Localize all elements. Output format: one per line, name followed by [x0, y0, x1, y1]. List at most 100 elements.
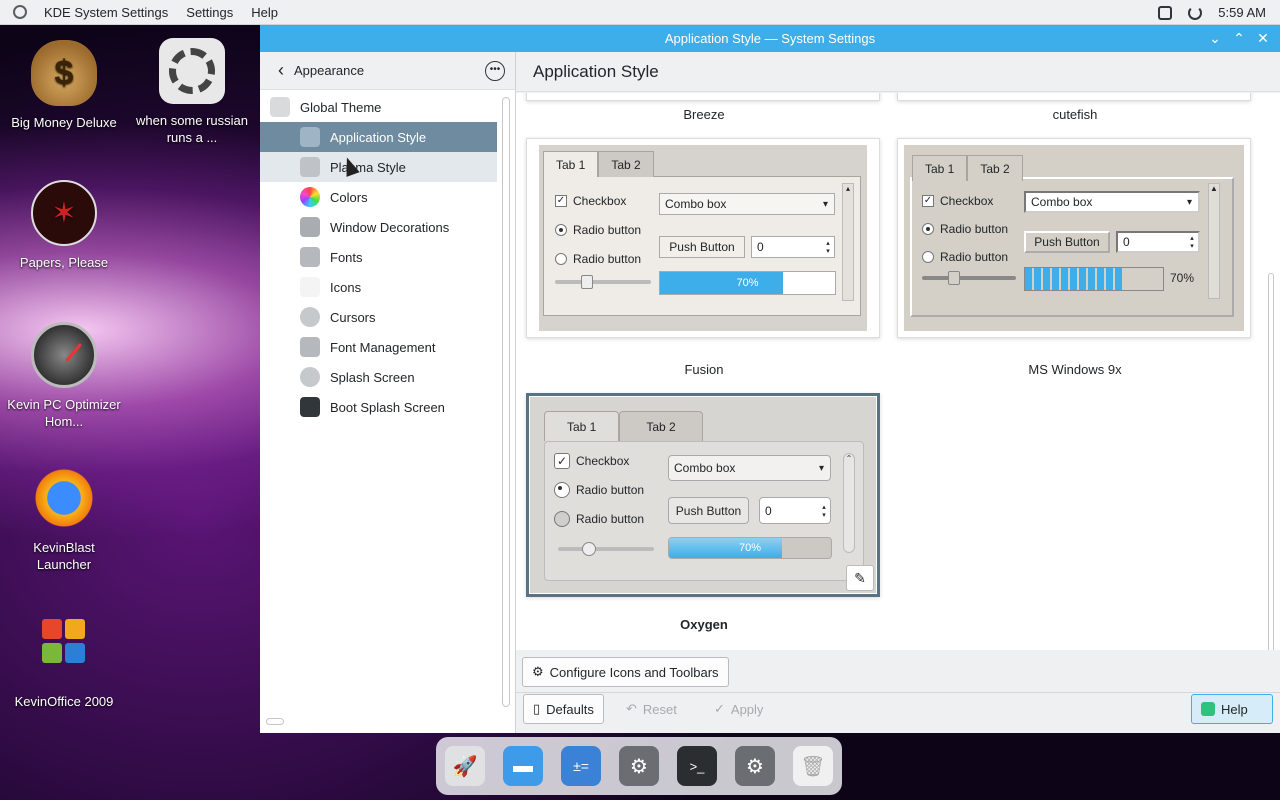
window-decorations-icon [300, 217, 320, 237]
preview-tab-1: Tab 1 [544, 411, 620, 441]
push-button: Push Button [668, 497, 749, 524]
help-label: Help [1221, 701, 1248, 717]
sidebar-item-label: Window Decorations [330, 219, 450, 235]
icons-icon [300, 277, 320, 297]
radio-button [554, 482, 570, 498]
menu-help[interactable]: Help [242, 5, 287, 20]
sidebar-h-scrollbar[interactable] [266, 718, 284, 725]
sidebar-item-font-management[interactable]: Font Management [260, 332, 497, 362]
sidebar-item-fonts[interactable]: Fonts [260, 242, 497, 272]
desktop-icon-big-money[interactable]: $ Big Money Deluxe [5, 40, 123, 131]
settings-icon[interactable]: ⚙ [619, 746, 659, 786]
checkbox-label: Checkbox [940, 194, 994, 208]
oxygen-preview: Tab 1 Tab 2 ✓ Checkbox Radio button Radio… [530, 397, 876, 593]
power-icon[interactable] [1188, 5, 1203, 20]
calculator-icon[interactable]: ±= [561, 746, 601, 786]
dock: 🚀 ▬ ±= ⚙ >_ ⚙ 🗑 [436, 737, 842, 795]
radio-label: Radio button [573, 223, 642, 237]
style-name: cutefish [1052, 107, 1098, 122]
sidebar-item-plasma-style[interactable]: Plasma Style [260, 152, 497, 182]
gear-icon [159, 38, 225, 104]
top-panel: KDE System Settings Settings Help 5:59 A… [0, 0, 1280, 25]
radio-label: Radio button [576, 483, 645, 497]
help-button[interactable]: Help [1191, 694, 1273, 724]
configure-icons-toolbars-button[interactable]: ⚙ Configure Icons and Toolbars [522, 657, 729, 687]
system-settings-icon[interactable]: ⚙ [735, 746, 775, 786]
edit-pencil-icon[interactable]: ✎ [846, 565, 874, 591]
menu-app[interactable]: KDE System Settings [35, 5, 177, 20]
style-card-oxygen[interactable]: Tab 1 Tab 2 ✓ Checkbox Radio button Radio… [526, 393, 880, 597]
rocket-icon[interactable]: 🚀 [445, 746, 485, 786]
sidebar-item-colors[interactable]: Colors [260, 182, 497, 212]
apply-button[interactable]: ✓ Apply [704, 694, 773, 724]
content-scrollbar[interactable] [1268, 273, 1274, 650]
reset-label: Reset [642, 701, 677, 717]
combo-box: Combo box [659, 193, 835, 215]
close-icon[interactable]: ✕ [1254, 28, 1272, 48]
sidebar-item-application-style[interactable]: Application Style [260, 122, 497, 152]
push-button: Push Button [659, 236, 745, 258]
desktop-icon-kevinoffice[interactable]: KevinOffice 2009 [5, 608, 123, 710]
sidebar-title: Appearance [294, 63, 365, 78]
trash-icon[interactable]: 🗑 [793, 746, 833, 786]
defaults-button[interactable]: ▯ Defaults [523, 694, 604, 724]
main-panel: Application Style Breeze cutefish Tab 1 … [516, 52, 1280, 733]
sidebar-item-splash-screen[interactable]: Splash Screen [260, 362, 497, 392]
sidebar-scrollbar[interactable] [502, 97, 510, 707]
checkmark-icon: ✓ [714, 701, 725, 716]
configure-label: Configure Icons and Toolbars [549, 664, 719, 680]
radio-label: Radio button [573, 252, 642, 266]
back-arrow-icon[interactable]: ‹ [278, 60, 284, 81]
reset-button[interactable]: ↶ Reset [616, 694, 687, 724]
sidebar-item-label: Icons [330, 279, 362, 295]
window-titlebar[interactable]: Application Style — System Settings ⌄ ⌃ … [260, 25, 1280, 52]
global-theme-icon [270, 97, 290, 117]
sidebar-item-label: Boot Splash Screen [330, 399, 445, 415]
radio-button [922, 223, 934, 235]
style-card-fusion[interactable]: Tab 1 Tab 2 ✓ Checkbox Radio button Radio… [526, 138, 880, 338]
sidebar-item-global-theme[interactable]: Global Theme [260, 92, 497, 122]
style-grid: Breeze cutefish Tab 1 Tab 2 ✓ Checkbox Ra… [516, 93, 1280, 650]
style-card-breeze[interactable] [526, 93, 880, 101]
maximize-icon[interactable]: ⌃ [1230, 28, 1248, 48]
style-card-ms-windows-9x[interactable]: Tab 1 Tab 2 ✓ Checkbox Radio button Radio… [897, 138, 1251, 338]
sidebar-item-label: Global Theme [300, 99, 382, 115]
fusion-preview: Tab 1 Tab 2 ✓ Checkbox Radio button Radio… [539, 145, 867, 331]
sidebar-item-icons[interactable]: Icons [260, 272, 497, 302]
radio-button [555, 224, 567, 236]
radio-button [554, 511, 570, 527]
desktop-icon-papers-please[interactable]: ✶ Papers, Please [5, 180, 123, 271]
clipboard-icon[interactable] [1158, 5, 1173, 20]
window-title: Application Style — System Settings [664, 31, 876, 46]
progress-label: 70% [736, 277, 759, 289]
preview-scrollbar: ▲ [1208, 183, 1220, 299]
progress-label: 70% [1170, 271, 1195, 285]
more-options-icon[interactable]: ••• [485, 61, 505, 81]
spin-box: 0 [751, 236, 835, 258]
desktop-icon-label: KevinOffice 2009 [14, 694, 114, 709]
style-name: Fusion [684, 362, 724, 377]
desktop-icon-kevinblast[interactable]: KevinBlast Launcher [5, 465, 123, 573]
sidebar-item-window-decorations[interactable]: Window Decorations [260, 212, 497, 242]
clock[interactable]: 5:59 AM [1218, 5, 1266, 20]
sidebar-item-label: Application Style [330, 129, 427, 145]
desktop-icon-russian[interactable]: when some russian runs a ... [133, 38, 251, 146]
menu-settings[interactable]: Settings [177, 5, 242, 20]
combo-box: Combo box [1024, 191, 1200, 213]
folder-icon[interactable]: ▬ [503, 746, 543, 786]
kde-logo-icon[interactable] [13, 5, 27, 19]
minimize-icon[interactable]: ⌄ [1206, 28, 1224, 48]
progress-bar [1024, 267, 1164, 291]
sidebar-item-boot-splash-screen[interactable]: Boot Splash Screen [260, 392, 497, 422]
radio-button [922, 251, 934, 263]
sidebar-item-cursors[interactable]: Cursors [260, 302, 497, 332]
style-name: MS Windows 9x [1028, 362, 1122, 377]
application-style-icon [300, 127, 320, 147]
style-name: Oxygen [680, 617, 728, 632]
terminal-icon[interactable]: >_ [677, 746, 717, 786]
style-card-cutefish[interactable] [897, 93, 1251, 101]
desktop-icon-label: Papers, Please [19, 255, 109, 270]
preview-tab-2: Tab 2 [598, 151, 654, 177]
preview-tab-1: Tab 1 [543, 151, 599, 177]
desktop-icon-kevin-optimizer[interactable]: Kevin PC Optimizer Hom... [5, 322, 123, 430]
